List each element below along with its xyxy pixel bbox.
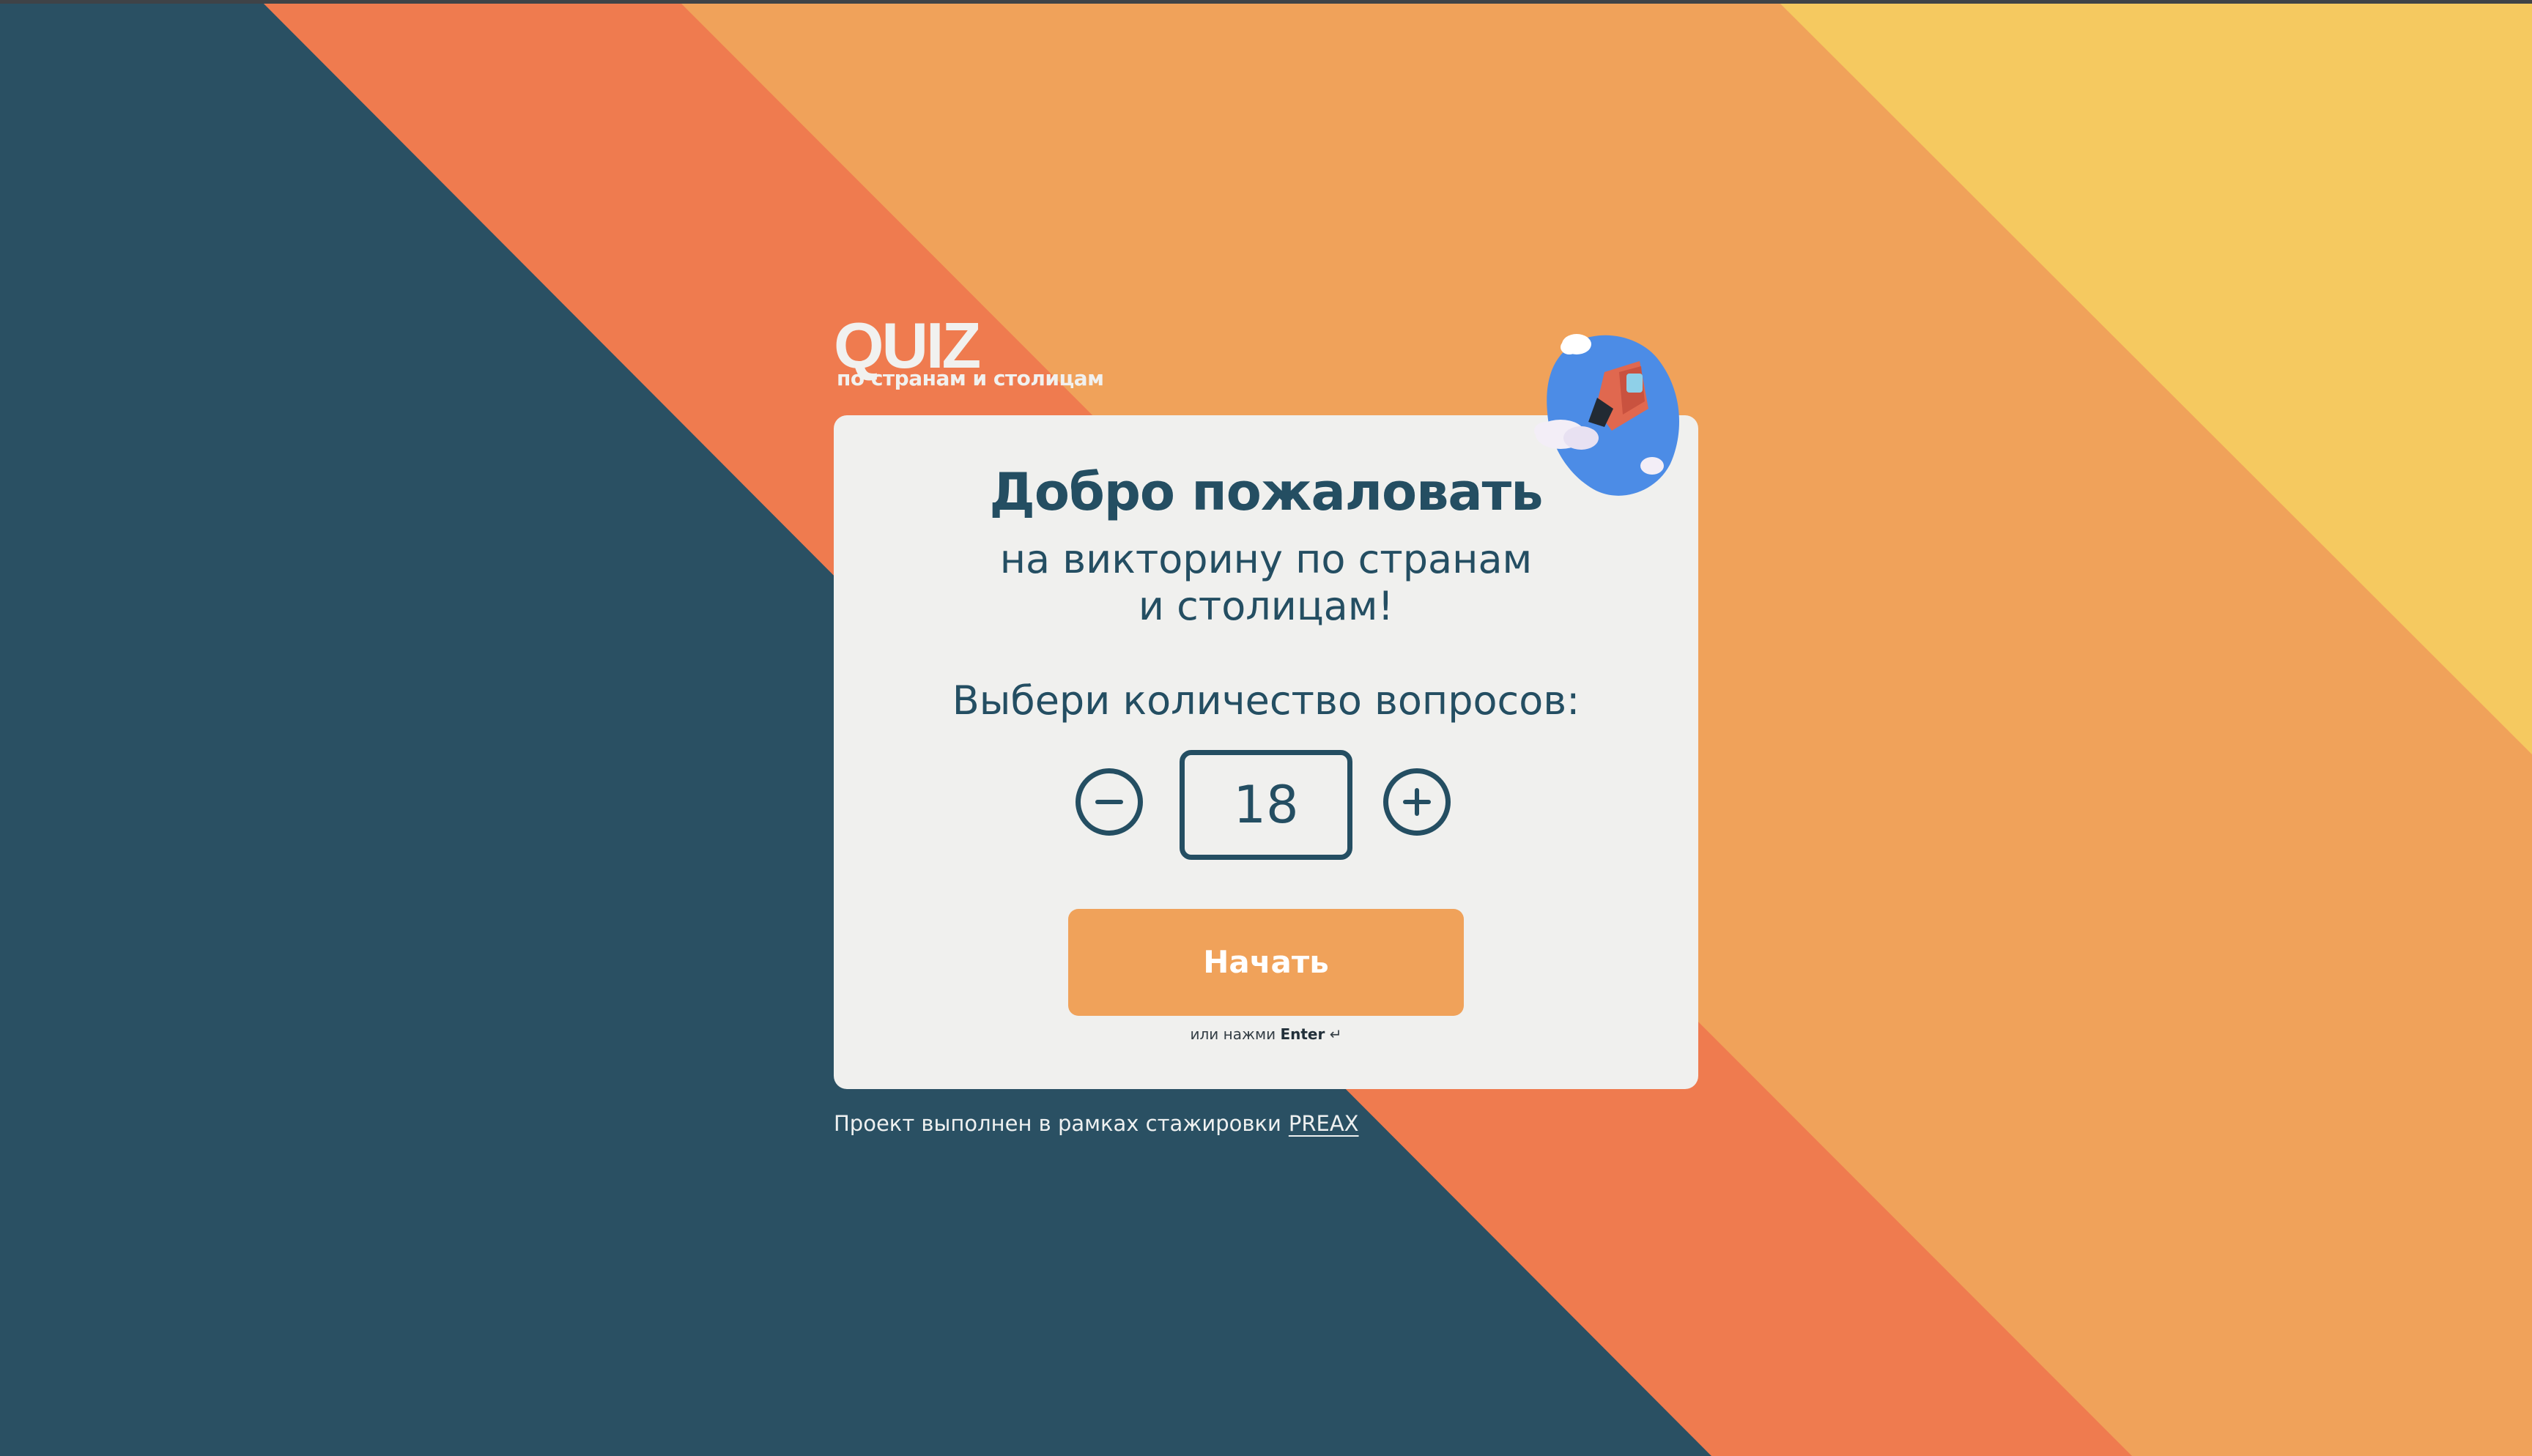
- start-button[interactable]: Начать: [1068, 909, 1464, 1016]
- enter-return-icon: ↵: [1329, 1025, 1342, 1043]
- preax-link[interactable]: PREAX: [1289, 1111, 1359, 1136]
- increase-button[interactable]: [1383, 768, 1451, 836]
- hint-prefix: или нажми: [1190, 1025, 1276, 1043]
- question-count-value[interactable]: 18: [1180, 750, 1352, 860]
- logo-subtitle: по странам и столицам: [837, 366, 1104, 390]
- question-count-stepper: 18: [834, 750, 1698, 860]
- quiz-logo: QUIZ по странам и столицам: [834, 313, 1141, 394]
- decrease-button[interactable]: [1076, 768, 1143, 836]
- question-count-label: Выбери количество вопросов:: [952, 677, 1580, 724]
- welcome-subtitle: на викторину по странам и столицам!: [999, 536, 1533, 629]
- globe-rocket-mascot-icon: [1534, 334, 1679, 496]
- enter-hint: или нажми Enter ↵: [834, 1023, 1698, 1045]
- welcome-card: Добро пожаловать на викторину по странам…: [834, 415, 1698, 1089]
- minus-icon: [1095, 800, 1123, 804]
- hint-key: Enter: [1280, 1025, 1325, 1043]
- footer: Проект выполнен в рамках стажировки PREAX: [834, 1109, 1359, 1138]
- footer-text: Проект выполнен в рамках стажировки: [834, 1111, 1281, 1136]
- top-border-line: [0, 0, 2532, 4]
